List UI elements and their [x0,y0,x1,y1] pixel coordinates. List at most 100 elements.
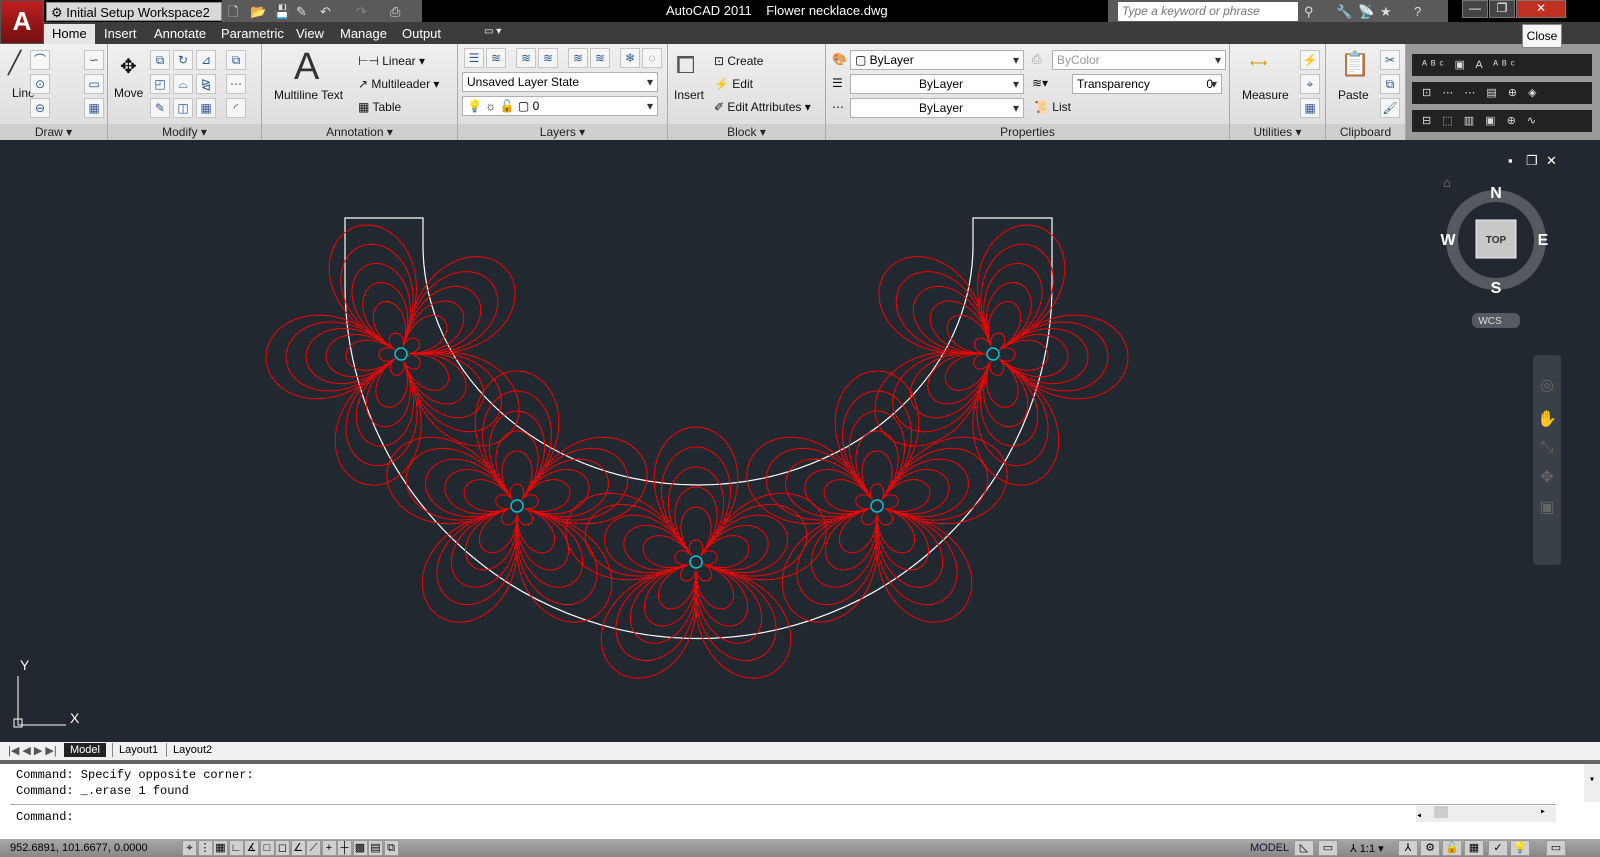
multileader-button[interactable]: ↗ Multileader ▾ [358,77,439,91]
rectangle-icon[interactable]: ▭ [84,74,104,94]
viewport-close[interactable]: ✕ [1546,153,1557,169]
insert-icon[interactable]: ⧠ [676,52,695,80]
calculator-icon[interactable]: ▦ [1300,98,1320,118]
linear-dimension-button[interactable]: ⊢⊣ Linear ▾ [358,54,425,68]
snap-toggle[interactable]: ⋮ [197,840,213,856]
coordinates-readout[interactable]: 952.6891, 101.6677, 0.0000 [10,842,148,854]
isolate-objects-icon[interactable]: ✓ [1488,840,1508,856]
array-icon[interactable]: ▦ [196,98,216,118]
transparency-toggle[interactable]: ▩ [352,840,368,856]
ellipse-icon[interactable]: ⊖ [30,98,50,118]
otrack-toggle[interactable]: ∠ [290,840,306,856]
showmotion-icon[interactable]: ▣ [1533,497,1561,517]
command-input[interactable]: Command: [16,810,1450,824]
quick-properties-toggle[interactable]: ▤ [368,840,383,856]
infer-constraints-toggle[interactable]: ⌖ [182,840,197,856]
zoom-icon[interactable]: ⤡ [1533,439,1561,457]
osnap-toggle[interactable]: □ [259,840,275,856]
fillet-icon[interactable]: ⌓ [173,74,193,94]
offset-icon[interactable]: ◫ [173,98,193,118]
open-icon[interactable]: 📂 [250,2,266,21]
workspace-dropdown[interactable]: ⚙ Initial Setup Workspace2 [46,2,222,21]
unisolate-icon[interactable]: ≋ [590,48,610,68]
stretch-icon[interactable]: ◰ [150,74,170,94]
rotate-icon[interactable]: ↻ [173,50,193,70]
layers-panel-title[interactable]: Layers ▾ [458,124,667,140]
new-icon[interactable]: 🗋 [228,2,238,21]
save-as-icon[interactable]: ✎ [296,2,307,21]
binoculars-icon[interactable]: ⚲ [1304,2,1314,21]
circle-icon[interactable]: ⊙ [30,74,50,94]
erase-icon[interactable]: ✎ [150,98,170,118]
spline-icon[interactable]: ∽ [84,50,104,70]
create-block-button[interactable]: ⊡ Create [714,54,763,68]
layer-dropdown[interactable]: 💡 ☼ 🔓 ▢ 0 [462,96,658,116]
help-icon[interactable]: ? [1414,2,1421,21]
viewcube[interactable]: TOP N S E W ⌂ WCS [1440,175,1549,328]
light-bulb-icon[interactable]: 💡 [1510,840,1530,856]
drawing-canvas[interactable]: Y X TOP N S E W ⌂ WCS [0,147,1600,742]
pan-icon[interactable]: ✋ [1533,409,1561,429]
edit-attributes-button[interactable]: ✐ Edit Attributes ▾ [714,100,811,114]
id-point-icon[interactable]: ⌖ [1300,74,1320,94]
horizontal-scrollbar[interactable]: ◂ ▸ [1416,806,1556,822]
match-layer-icon[interactable]: ≋ [516,48,536,68]
copy-icon[interactable]: ⧉ [150,50,170,70]
quick-select-icon[interactable]: ⚡ [1300,50,1320,70]
make-current-icon[interactable]: ≋ [486,48,506,68]
toolbar-lock-icon[interactable]: 🔓 [1442,840,1462,856]
clipboard-panel-title[interactable]: Clipboard [1326,124,1405,140]
insert-button[interactable]: Insert [674,88,704,102]
orbit-icon[interactable]: ✥ [1533,467,1561,487]
isolate-icon[interactable]: ≋ [568,48,588,68]
trim-icon[interactable]: ⊿ [196,50,216,70]
redo-icon[interactable]: ↷ [356,2,367,21]
line-icon[interactable]: ╱ [8,50,21,76]
layer-state-dropdown[interactable]: Unsaved Layer State [462,72,658,92]
paste-button[interactable]: Paste [1338,88,1369,102]
dimension-toolbar[interactable]: ⊡ ⋯ ⋯ ▤ ⊕ ◈ [1412,82,1592,104]
color-dropdown[interactable]: ▢ ByLayer [850,50,1024,70]
save-icon[interactable]: 💾 [274,2,290,21]
freeze-icon[interactable]: ❄ [620,48,640,68]
mirror-icon[interactable]: ⧎ [196,74,216,94]
compass-e[interactable]: E [1538,232,1549,249]
lineweight-dropdown[interactable]: ByLayer [850,74,1024,94]
block-panel-title[interactable]: Block ▾ [668,124,825,140]
quick-view-drawings-icon[interactable]: ▭ [1318,840,1338,856]
dyn-toggle[interactable]: + [321,840,337,856]
close-button[interactable]: ✕ [1516,0,1566,18]
steeringwheel-icon[interactable]: ◎ [1533,375,1561,395]
tab-view[interactable]: View [296,26,324,41]
annotation-visibility-icon[interactable]: ⅄ [1398,840,1418,856]
quick-view-layouts-icon[interactable]: ◺ [1294,840,1314,856]
panel-options-icon[interactable]: ▭ ▾ [484,26,501,37]
application-menu-button[interactable]: A [0,0,44,44]
utilities-panel-title[interactable]: Utilities ▾ [1230,124,1325,140]
hatch-icon[interactable]: ▦ [84,98,104,118]
tab-parametric[interactable]: Parametric [221,26,284,41]
undo-icon[interactable]: ↶ [320,2,331,21]
polar-toggle[interactable]: ∡ [244,840,259,856]
3d-osnap-toggle[interactable]: ◻ [275,840,290,856]
tab-manage[interactable]: Manage [340,26,387,41]
restore-button[interactable]: ❐ [1489,0,1515,18]
tab-annotate[interactable]: Annotate [154,26,206,41]
edit-block-button[interactable]: ⚡ Edit [714,77,753,91]
hardware-acceleration-icon[interactable]: ▦ [1464,840,1484,856]
tab-insert[interactable]: Insert [104,26,137,41]
transparency-icon[interactable]: ≋▾ [1032,76,1048,90]
communication-icon[interactable]: 📡 [1358,2,1374,21]
minimize-button[interactable]: — [1462,0,1488,18]
viewcube-face[interactable]: TOP [1486,235,1507,246]
ortho-toggle[interactable]: ∟ [228,840,244,856]
multiline-text-button[interactable]: Multiline Text [274,88,343,102]
plot-icon[interactable]: ⎙ [390,2,400,21]
viewport-restore[interactable]: ❐ [1526,153,1538,169]
plot-style-dropdown[interactable]: ByColor [1052,50,1226,70]
compass-s[interactable]: S [1491,280,1502,297]
move-icon[interactable]: ✥ [120,54,137,79]
move-button[interactable]: Move [114,86,143,100]
properties-panel-title[interactable]: Properties [826,124,1229,140]
layer-properties-icon[interactable]: ☰ [464,48,484,68]
